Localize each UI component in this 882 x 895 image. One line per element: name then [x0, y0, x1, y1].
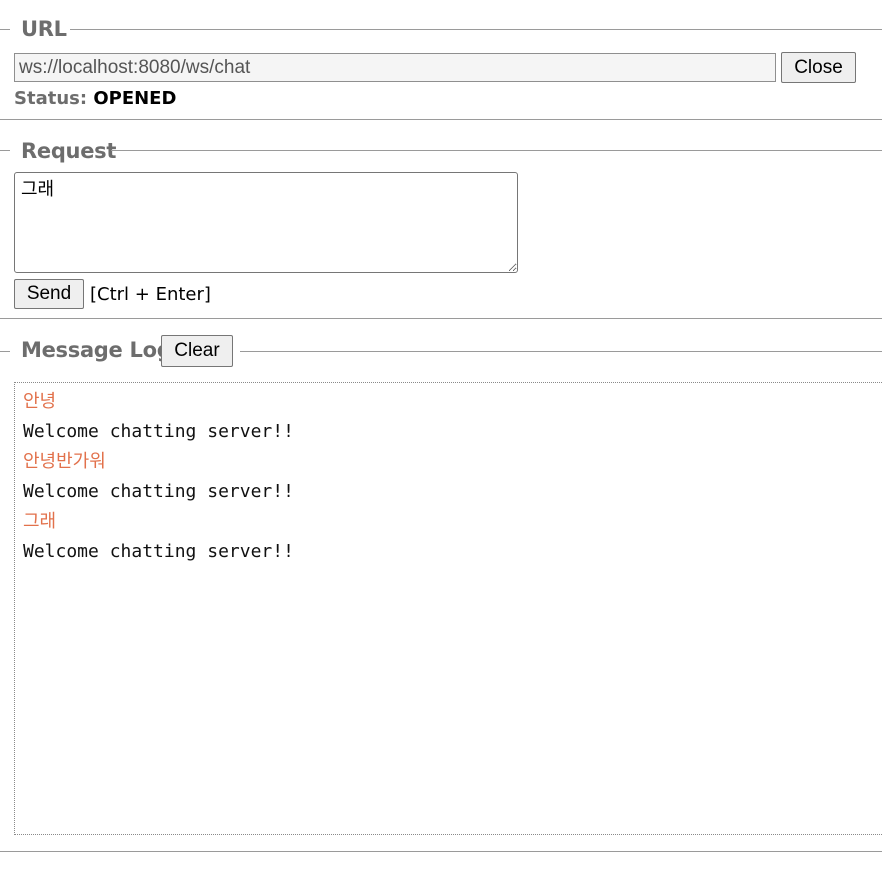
fieldset-bottom-border	[0, 851, 882, 852]
fieldset-bottom-border	[0, 119, 882, 120]
sent-message: 그래	[23, 511, 57, 532]
fieldset-border	[0, 351, 10, 352]
request-legend: Request	[21, 139, 117, 163]
message-log-legend: Message Log	[21, 338, 172, 362]
sent-message: 안녕반가워	[23, 451, 106, 472]
sent-message: 안녕	[23, 391, 57, 412]
shortcut-hint: [Ctrl + Enter]	[90, 284, 211, 305]
fieldset-border	[111, 150, 882, 151]
received-message: Welcome chatting server!!	[23, 421, 294, 442]
fieldset-border	[240, 351, 882, 352]
message-log[interactable]: 안녕 Welcome chatting server!! 안녕반가워 Welcome …	[14, 382, 882, 835]
fieldset-border	[0, 29, 10, 30]
request-textarea[interactable]: 그래	[14, 172, 518, 273]
status-value: OPENED	[93, 88, 177, 109]
fieldset-border	[0, 150, 10, 151]
close-button[interactable]: Close	[781, 52, 856, 83]
clear-button[interactable]: Clear	[161, 335, 233, 367]
fieldset-bottom-border	[0, 318, 882, 319]
status-label: Status:	[14, 88, 88, 109]
send-button[interactable]: Send	[14, 279, 84, 309]
received-message: Welcome chatting server!!	[23, 481, 294, 502]
fieldset-border	[70, 29, 882, 30]
received-message: Welcome chatting server!!	[23, 541, 294, 562]
url-legend: URL	[21, 17, 67, 41]
connection-status: Status: OPENED	[14, 88, 176, 109]
url-input[interactable]	[14, 53, 776, 82]
